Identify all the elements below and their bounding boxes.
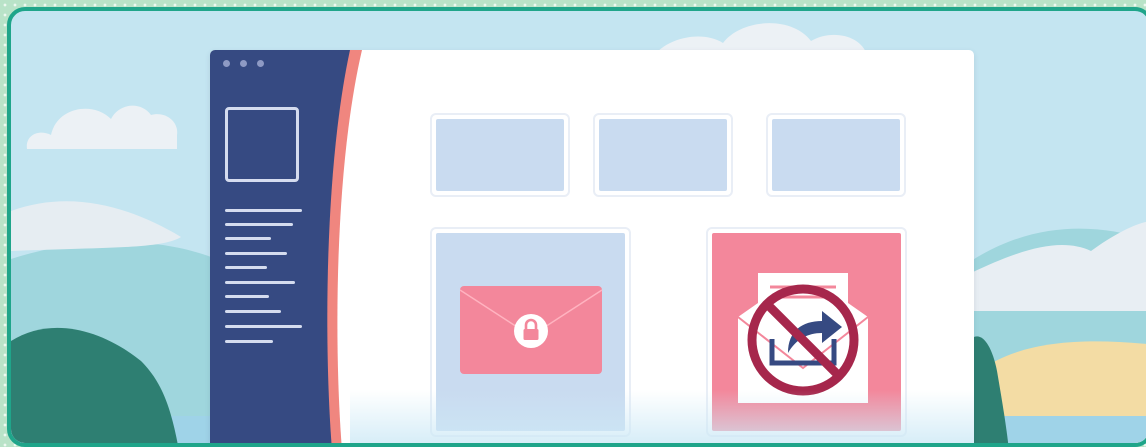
app-window (210, 50, 974, 443)
sidebar-image-placeholder (225, 107, 299, 182)
sidebar-text-line (225, 325, 302, 328)
sidebar-accent-curve (327, 50, 362, 443)
sidebar-text-line (225, 252, 287, 255)
sidebar-text-line (225, 310, 281, 313)
card-placeholder (772, 119, 900, 191)
sidebar-text-line (225, 340, 273, 343)
sidebar-text-line (225, 223, 293, 226)
content-card-2[interactable] (593, 113, 733, 197)
content-card-1[interactable] (430, 113, 570, 197)
window-dot-2 (240, 60, 247, 67)
card-placeholder (436, 119, 564, 191)
sidebar-text-line (225, 266, 267, 269)
card-placeholder (599, 119, 727, 191)
illustration-frame (7, 7, 1146, 447)
cloud-left (26, 105, 178, 149)
window-dot-1 (223, 60, 230, 67)
content-card-3[interactable] (766, 113, 906, 197)
hill-mist-left (11, 201, 181, 251)
sidebar-text-line (225, 237, 271, 240)
sidebar-text-line (225, 281, 295, 284)
locked-envelope-icon (460, 286, 603, 374)
sidebar-text-line (225, 209, 302, 212)
sidebar-text-line (225, 295, 269, 298)
forward-email-icon (738, 273, 868, 403)
window-dot-3 (257, 60, 264, 67)
